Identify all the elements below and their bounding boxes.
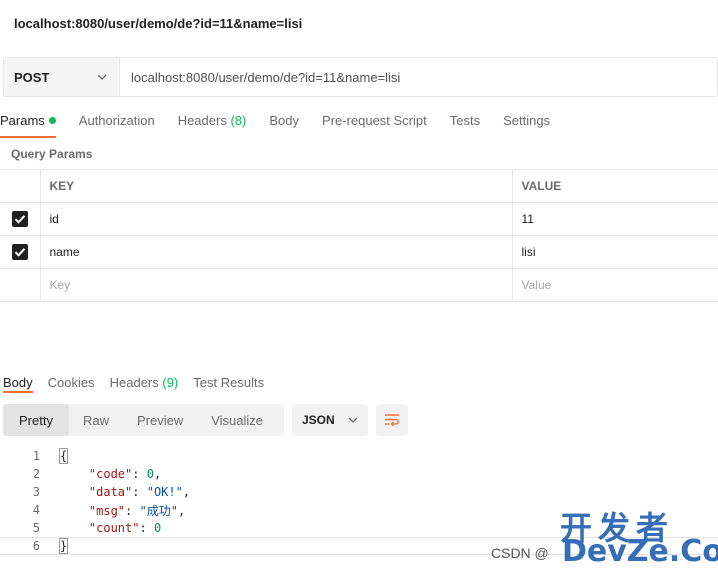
csdn-watermark: CSDN @ [491,545,549,561]
response-headers-count: (9) [162,375,179,390]
chevron-down-icon [95,70,109,84]
table-row-empty: Key Value [0,268,718,302]
request-title: localhost:8080/user/demo/de?id=11&name=l… [14,16,303,31]
wrap-lines-icon [385,414,399,427]
params-indicator-dot [48,117,56,125]
request-tabs: Params Authorization Headers (8) Body Pr… [0,109,573,138]
code-line: 2 "code": 0, [32,467,162,481]
query-params-table: KEY VALUE id 11 name lisi Key Value [0,169,718,302]
tab-pre-request-script[interactable]: Pre-request Script [322,109,427,135]
code-line: 3 "data": "OK!", [32,485,191,499]
code-line: 1{ [32,448,69,464]
checkbox-checked-icon[interactable] [11,211,28,227]
format-select[interactable]: JSON [292,404,368,436]
view-pretty-button[interactable]: Pretty [3,404,69,436]
watermark-brand-en: DevZe.CoM [562,534,718,569]
code-open-brace: { [58,448,69,464]
tab-body[interactable]: Body [269,109,299,135]
response-toolbar: Pretty Raw Preview Visualize JSON [3,404,408,436]
new-key-input[interactable]: Key [40,268,513,302]
url-bar: POST [3,57,718,97]
headers-count: (8) [230,113,247,128]
new-value-input[interactable]: Value [512,268,718,302]
tab-authorization[interactable]: Authorization [79,109,155,135]
view-raw-button[interactable]: Raw [69,404,123,436]
format-label: JSON [302,413,335,427]
param-key-cell[interactable]: name [40,235,513,269]
tab-response-body[interactable]: Body [3,371,33,393]
code-close-brace: } [58,538,69,554]
query-params-label: Query Params [11,147,93,161]
table-header-row: KEY VALUE [0,169,718,203]
tab-response-headers[interactable]: Headers (9) [110,371,179,390]
view-preview-button[interactable]: Preview [123,404,197,436]
method-label: POST [14,69,50,85]
tab-tests[interactable]: Tests [450,109,480,135]
tab-cookies[interactable]: Cookies [48,371,95,390]
param-value-cell[interactable]: lisi [512,235,718,269]
param-key-cell[interactable]: id [40,202,513,236]
table-row: name lisi [0,235,718,269]
response-tabs: Body Cookies Headers (9) Test Results [3,371,279,393]
tab-test-results[interactable]: Test Results [193,371,264,390]
table-row: id 11 [0,202,718,236]
tab-settings[interactable]: Settings [503,109,550,135]
url-input[interactable] [120,58,717,96]
tab-headers[interactable]: Headers (8) [178,109,247,135]
chevron-down-icon [348,417,358,423]
wrap-lines-button[interactable] [376,404,408,436]
view-visualize-button[interactable]: Visualize [197,404,277,436]
header-checkbox-cell [0,169,41,203]
header-value: VALUE [512,169,718,203]
method-select[interactable]: POST [4,58,120,96]
header-key: KEY [40,169,513,203]
view-mode-switcher: Pretty Raw Preview Visualize [3,404,284,436]
param-value-cell[interactable]: 11 [512,202,718,236]
tab-params[interactable]: Params [0,109,56,138]
checkbox-checked-icon[interactable] [11,244,28,260]
